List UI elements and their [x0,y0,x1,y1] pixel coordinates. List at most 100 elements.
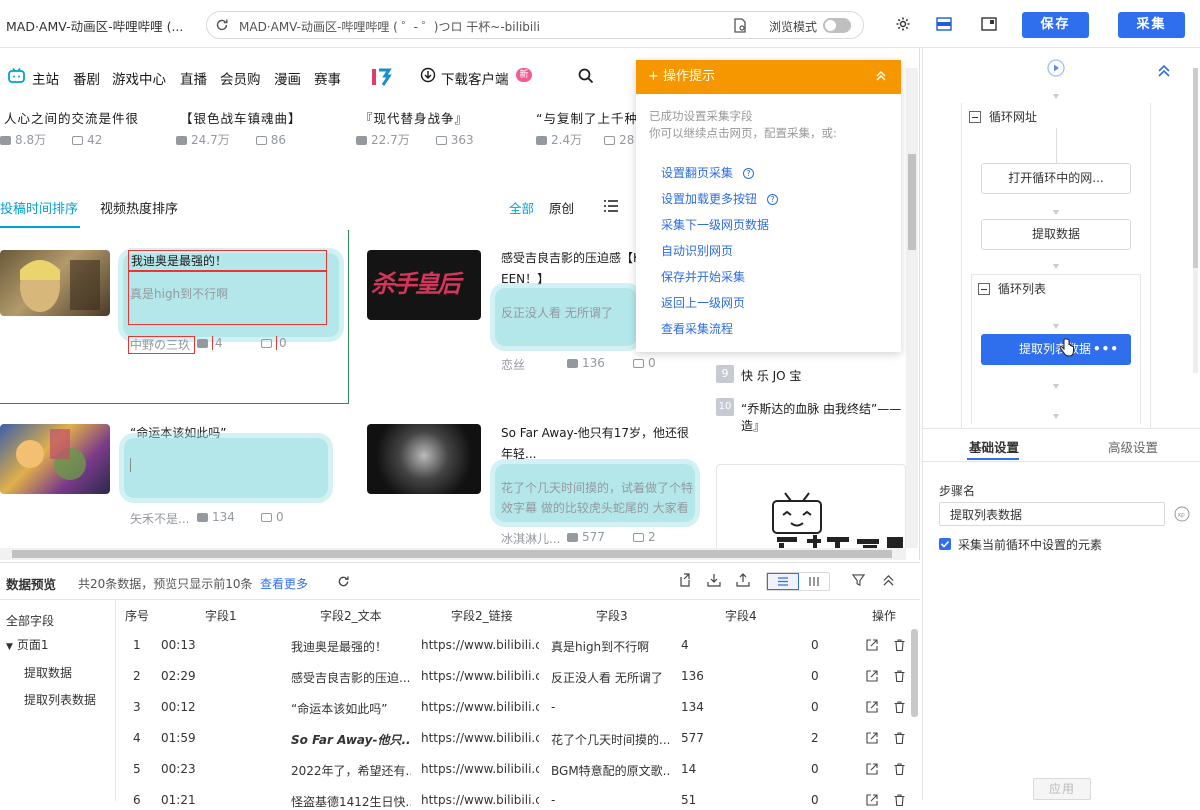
list-view-icon[interactable] [604,200,618,212]
mascot-banner[interactable] [716,464,906,560]
panel-scrollbar[interactable] [1193,68,1198,373]
save-button[interactable]: 保存 [1022,12,1089,38]
link-view-flow[interactable]: 查看采集流程 [661,320,733,337]
browse-mode-toggle[interactable] [823,18,851,33]
apply-button[interactable]: 应用 [1033,778,1091,800]
scroll-thumb[interactable] [12,550,892,558]
delete-row-icon[interactable] [894,639,905,651]
url-text[interactable]: MAD·AMV-动画区-哔哩哔哩 ( ゜- ゜)つロ 干杯~-bilibili [239,18,540,35]
tree-extract-list[interactable]: 提取列表数据 [24,691,96,708]
link-auto-detect[interactable]: 自动识别网页 [661,242,733,259]
delete-row-icon[interactable] [894,701,905,713]
nav-main-station[interactable]: 主站 [32,68,59,88]
open-row-icon[interactable] [866,732,878,744]
rank-title[interactable]: 快 乐 JO 宝 [741,367,801,384]
reload-icon[interactable] [215,18,229,32]
link-pagination[interactable]: 设置翻页采集? [661,164,755,181]
column-view-button[interactable] [799,573,829,590]
filter-original[interactable]: 原创 [549,198,574,217]
collapse-up-icon[interactable] [1157,64,1171,78]
video-thumbnail[interactable] [0,250,110,316]
open-row-icon[interactable] [866,639,878,651]
gear-icon[interactable] [895,16,911,32]
collect-loop-checkbox[interactable] [939,538,951,550]
card-title-cont[interactable]: EEN！】 [501,269,549,289]
rank-title[interactable]: “乔斯达的血脉 由我终结”—— [741,400,901,417]
link-next-level[interactable]: 采集下一级网页数据 [661,216,769,233]
card-author[interactable]: 矢禾不是... [130,510,189,527]
top-video-title-2[interactable]: 【银色战车镇魂曲】 [180,108,302,127]
video-thumbnail[interactable]: 杀手皇后 [367,250,481,320]
link-text[interactable]: 设置加载更多按钮 [661,192,757,206]
scroll-thumb[interactable] [908,154,916,250]
more-options-icon[interactable]: ••• [1093,334,1119,365]
help-icon[interactable]: ? [743,168,755,179]
nav-item-game-center[interactable]: 游戏中心 [112,68,166,88]
browser-tab-title[interactable]: MAD·AMV-动画区-哔哩哔哩 (... [6,16,183,35]
open-row-icon[interactable] [866,794,878,806]
refresh-icon[interactable] [337,575,350,588]
filter-icon[interactable] [852,574,865,587]
layout-vertical-icon[interactable] [981,16,997,32]
link-save-start[interactable]: 保存并开始采集 [661,268,745,285]
link-text[interactable]: 设置翻页采集 [661,166,733,180]
video-thumbnail[interactable] [367,424,481,494]
help-icon[interactable]: ? [767,194,779,205]
collapse-minus-icon[interactable] [969,111,981,123]
delete-row-icon[interactable] [894,763,905,775]
filter-all[interactable]: 全部 [509,198,534,217]
play-flow-icon[interactable] [1047,59,1065,77]
collect-button[interactable]: 采集 [1118,12,1185,38]
open-row-icon[interactable] [866,701,878,713]
download-data-icon[interactable] [707,573,721,587]
card-author[interactable]: 中野の三玖 [130,336,190,353]
page-horizontal-scrollbar[interactable] [0,548,906,560]
open-page-step[interactable]: 打开循环中的网... [981,163,1131,194]
link-load-more[interactable]: 设置加载更多按钮? [661,190,779,207]
loop-list-header[interactable]: 循环列表 [978,280,1046,297]
scroll-thumb[interactable] [1193,68,1198,268]
collapse-panel-icon[interactable] [882,574,895,587]
collapse-icon[interactable] [875,70,887,82]
open-row-icon[interactable] [866,763,878,775]
tab-basic-settings[interactable]: 基础设置 [969,437,1019,456]
export-icon[interactable] [678,573,692,587]
caret-down-icon[interactable]: ▼ [6,642,13,652]
search-icon[interactable] [578,68,594,84]
nav-item-manga[interactable]: 漫画 [274,68,301,88]
tree-all-fields[interactable]: 全部字段 [6,612,54,629]
step-name-input[interactable] [939,502,1165,526]
extract-list-step[interactable]: 提取列表数据 ••• [981,334,1131,365]
loop-url-header[interactable]: 循环网址 [969,108,1037,125]
extract-data-step[interactable]: 提取数据 [981,219,1131,250]
card-author[interactable]: 恋丝 [501,356,525,373]
view-more-link[interactable]: 查看更多 [260,575,308,592]
card-title[interactable]: 我迪奥是最强的！ [131,251,227,271]
delete-row-icon[interactable] [894,794,905,806]
nav-item-mall[interactable]: 会员购 [220,68,261,88]
activity-logo[interactable] [371,67,393,87]
tree-page-1[interactable]: ▼ 页面1 [6,636,49,653]
video-thumbnail[interactable] [0,424,110,494]
top-video-title-1[interactable]: 人心之间的交流是件很 [4,108,139,127]
tab-advanced-settings[interactable]: 高级设置 [1108,437,1158,456]
card-title[interactable]: 感受吉良吉影的压迫感【K [501,248,641,268]
top-video-title-3[interactable]: 『现代替身战争』 [360,108,468,127]
card-title[interactable]: So Far Away-他只有17岁，他还很 [501,423,689,443]
table-scrollbar[interactable] [911,629,918,717]
collapse-minus-icon[interactable] [978,283,990,295]
sort-by-hot-tab[interactable]: 视频热度排序 [100,198,178,217]
list-view-button[interactable] [767,573,799,590]
page-settings-icon[interactable] [733,18,747,33]
upload-data-icon[interactable] [736,573,750,587]
nav-item-bangumi[interactable]: 番剧 [73,68,100,88]
tree-extract-data[interactable]: 提取数据 [24,664,72,681]
top-video-title-4[interactable]: “与复制了上千种生 [536,108,651,127]
card-title-cont[interactable]: 年轻... [501,444,536,464]
link-back[interactable]: 返回上一级网页 [661,294,745,311]
address-bar[interactable]: MAD·AMV-动画区-哔哩哔哩 ( ゜- ゜)つロ 干杯~-bilibili … [206,11,864,39]
rank-title-cont[interactable]: 造』 [741,417,765,434]
sort-by-time-tab[interactable]: 投稿时间排序 [0,198,78,217]
nav-item-match[interactable]: 赛事 [314,68,341,88]
open-row-icon[interactable] [866,670,878,682]
